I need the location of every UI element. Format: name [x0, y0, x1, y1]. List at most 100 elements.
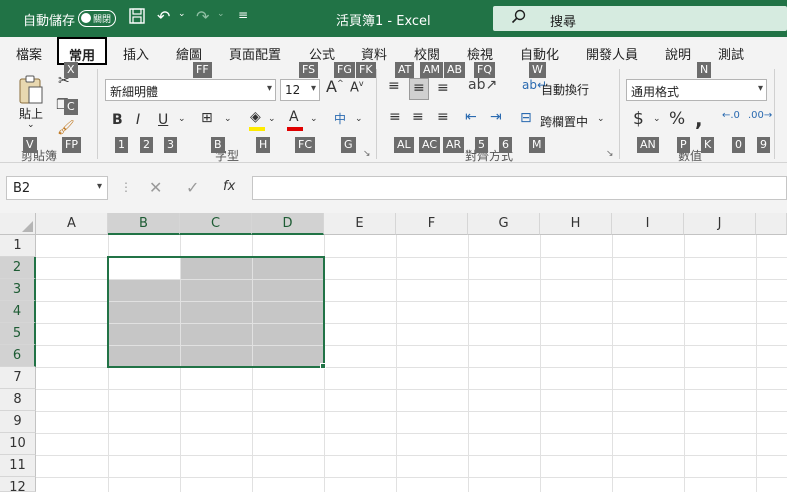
- tab-view[interactable]: 檢視: [467, 44, 493, 63]
- tab-data[interactable]: 資料: [361, 44, 387, 63]
- merge-dropdown-icon[interactable]: ⌄: [597, 114, 605, 124]
- row-header-5[interactable]: 5: [0, 323, 36, 345]
- autosave-toggle[interactable]: 關閉: [78, 10, 116, 27]
- column-header-c[interactable]: C: [180, 213, 252, 235]
- bold-icon[interactable]: B: [112, 112, 123, 128]
- fill-handle[interactable]: [320, 363, 326, 369]
- align-left-icon[interactable]: ≡: [389, 109, 401, 125]
- undo-dropdown-icon[interactable]: ⌄: [178, 9, 186, 19]
- row-header-11[interactable]: 11: [0, 455, 36, 477]
- font-color-dropdown-icon[interactable]: ⌄: [310, 114, 318, 124]
- row-header-3[interactable]: 3: [0, 279, 36, 301]
- worksheet-grid[interactable]: A B C D E F G H I J 1 2 3 4 5 6 7 8 9 10…: [0, 213, 787, 495]
- phonetic-dropdown-icon[interactable]: ⌄: [355, 114, 363, 124]
- tab-file[interactable]: 檔案: [16, 44, 42, 63]
- wrap-text-label[interactable]: 自動換行: [541, 81, 589, 98]
- tab-developer[interactable]: 開發人員: [586, 44, 638, 63]
- keytip-increase-font: FG: [334, 62, 355, 78]
- decrease-font-icon[interactable]: Av: [350, 79, 364, 95]
- row-header-2[interactable]: 2: [0, 257, 36, 279]
- underline-icon[interactable]: U: [158, 112, 168, 128]
- decrease-indent-icon[interactable]: ⇤: [465, 109, 477, 125]
- customize-toolbar-icon[interactable]: ≡: [238, 8, 248, 22]
- fill-dropdown-icon[interactable]: ⌄: [268, 114, 276, 124]
- gridline: [36, 477, 787, 478]
- row-header-12[interactable]: 12: [0, 477, 36, 495]
- increase-indent-icon[interactable]: ⇥: [490, 109, 502, 125]
- align-bottom-icon[interactable]: ≡: [437, 80, 449, 96]
- decrease-decimal-icon[interactable]: .00→: [748, 110, 772, 121]
- font-dialog-launcher-icon[interactable]: ↘: [363, 149, 371, 159]
- underline-dropdown-icon[interactable]: ⌄: [178, 114, 186, 124]
- keytip-underline: 3: [164, 137, 177, 153]
- column-header-partial[interactable]: [756, 213, 787, 235]
- column-header-j[interactable]: J: [684, 213, 756, 235]
- format-painter-icon[interactable]: 🖌: [57, 120, 75, 136]
- align-top-icon[interactable]: ≡: [388, 78, 400, 94]
- align-center-icon[interactable]: ≡: [412, 109, 424, 125]
- column-header-b[interactable]: B: [108, 213, 180, 235]
- undo-icon[interactable]: ↶: [157, 7, 170, 26]
- insert-function-icon[interactable]: fx: [223, 179, 235, 194]
- tab-formulas[interactable]: 公式: [309, 44, 335, 63]
- column-header-a[interactable]: A: [36, 213, 108, 235]
- gridline: [612, 235, 613, 492]
- column-header-i[interactable]: I: [612, 213, 684, 235]
- fill-color-icon[interactable]: ◈: [250, 109, 261, 125]
- percent-icon[interactable]: %: [669, 109, 685, 129]
- column-header-f[interactable]: F: [396, 213, 468, 235]
- comma-style-icon[interactable]: ,: [695, 107, 703, 131]
- keytip-comma: K: [701, 137, 715, 153]
- font-color-icon[interactable]: A: [289, 109, 299, 125]
- align-right-icon[interactable]: ≡: [437, 109, 449, 125]
- currency-icon[interactable]: $: [633, 109, 644, 129]
- orientation-icon[interactable]: ab↗: [468, 77, 497, 93]
- search-box[interactable]: 搜尋: [493, 6, 787, 31]
- save-icon[interactable]: [129, 8, 145, 28]
- italic-icon[interactable]: I: [136, 112, 140, 128]
- tab-home[interactable]: 常用: [57, 37, 108, 65]
- gridline: [36, 411, 787, 412]
- number-format-select[interactable]: 通用格式 ▾: [626, 79, 767, 101]
- enter-icon: ✓: [186, 178, 200, 197]
- name-box[interactable]: B2 ▾: [6, 176, 108, 200]
- font-name-value: 新細明體: [110, 85, 159, 99]
- paste-dropdown-icon[interactable]: ⌄: [27, 120, 35, 130]
- merge-center-label[interactable]: 跨欄置中: [540, 113, 588, 130]
- column-header-h[interactable]: H: [540, 213, 612, 235]
- tab-insert[interactable]: 插入: [123, 44, 149, 63]
- chevron-down-icon[interactable]: ▾: [97, 181, 102, 192]
- row-header-8[interactable]: 8: [0, 389, 36, 411]
- row-header-9[interactable]: 9: [0, 411, 36, 433]
- align-middle-button[interactable]: ≡: [409, 78, 429, 100]
- currency-dropdown-icon[interactable]: ⌄: [653, 114, 661, 124]
- tab-test[interactable]: 測試: [718, 44, 744, 63]
- row-header-6[interactable]: 6: [0, 345, 36, 367]
- row-header-4[interactable]: 4: [0, 301, 36, 323]
- increase-decimal-icon[interactable]: ←.0: [722, 110, 740, 121]
- paste-icon[interactable]: [18, 75, 44, 109]
- row-header-10[interactable]: 10: [0, 433, 36, 455]
- formula-input[interactable]: [252, 176, 787, 200]
- column-header-d[interactable]: D: [252, 213, 324, 235]
- tab-automate[interactable]: 自動化: [520, 44, 559, 63]
- column-header-g[interactable]: G: [468, 213, 540, 235]
- font-size-select[interactable]: 12 ▾: [280, 79, 320, 101]
- border-icon[interactable]: ⊞: [201, 110, 213, 126]
- tab-page-layout[interactable]: 頁面配置: [229, 44, 281, 63]
- font-name-select[interactable]: 新細明體 ▾: [105, 79, 276, 101]
- border-dropdown-icon[interactable]: ⌄: [224, 114, 232, 124]
- select-all-button[interactable]: [0, 213, 36, 235]
- merge-center-icon[interactable]: ⊟: [520, 110, 532, 126]
- gridline: [36, 389, 787, 390]
- tab-review[interactable]: 校閱: [414, 44, 440, 63]
- row-header-7[interactable]: 7: [0, 367, 36, 389]
- column-header-e[interactable]: E: [324, 213, 396, 235]
- phonetic-icon[interactable]: 中: [334, 110, 346, 127]
- chevron-down-icon: ▾: [266, 83, 272, 94]
- increase-font-icon[interactable]: A^: [326, 77, 344, 96]
- tab-help[interactable]: 說明: [665, 44, 691, 63]
- row-header-1[interactable]: 1: [0, 235, 36, 257]
- alignment-dialog-launcher-icon[interactable]: ↘: [606, 149, 614, 159]
- tab-draw[interactable]: 繪圖: [176, 44, 202, 63]
